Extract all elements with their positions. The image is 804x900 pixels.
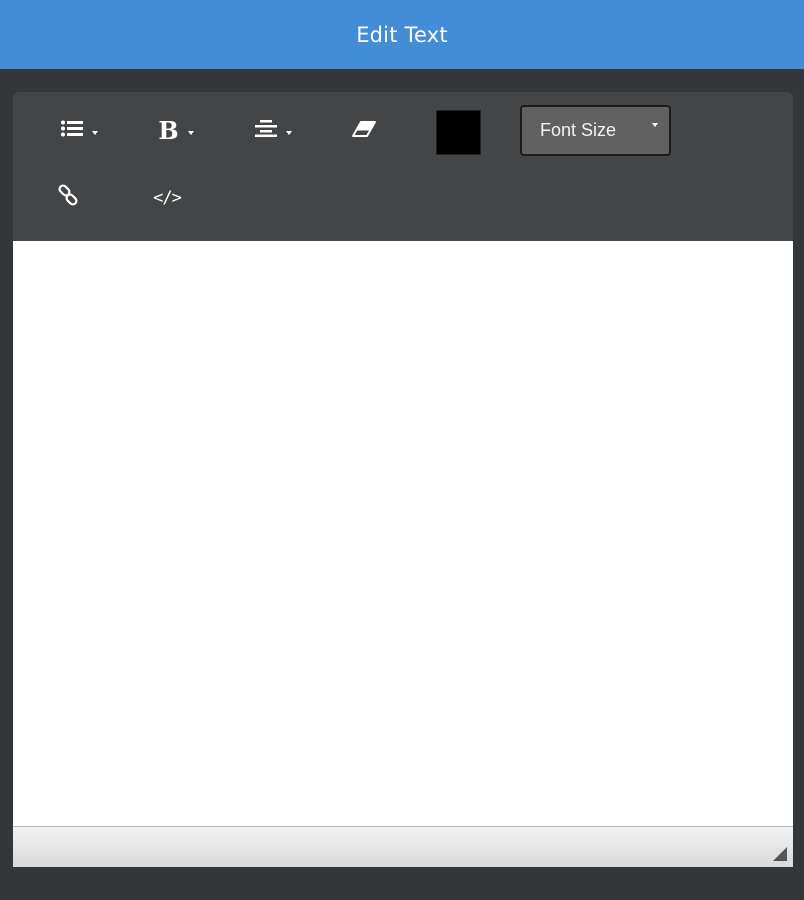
bold-icon: B <box>158 116 179 145</box>
text-color-picker[interactable] <box>436 110 481 155</box>
chevron-down-icon <box>187 131 194 135</box>
font-size-dropdown[interactable]: Font Size <box>520 105 671 156</box>
list-icon <box>60 120 83 142</box>
text-style-button[interactable]: B <box>151 114 201 148</box>
editor-toolbar: B Font Size </> <box>13 92 793 241</box>
code-view-button[interactable]: </> <box>151 183 183 213</box>
chevron-down-icon <box>652 123 658 127</box>
editor-statusbar <box>13 826 793 867</box>
list-style-button[interactable] <box>53 116 105 146</box>
insert-link-button[interactable] <box>53 182 83 212</box>
resize-grip-icon[interactable] <box>773 847 787 861</box>
editor-content-area[interactable] <box>13 241 793 826</box>
chevron-down-icon <box>91 131 98 135</box>
rich-text-editor: B Font Size </> <box>13 92 793 867</box>
font-size-label: Font Size <box>540 120 617 140</box>
eraser-icon <box>352 120 376 142</box>
chevron-down-icon <box>285 131 292 135</box>
align-center-icon <box>254 120 277 142</box>
clear-formatting-button[interactable] <box>348 116 380 146</box>
dialog-header: Edit Text <box>0 0 804 69</box>
dialog-title: Edit Text <box>356 22 448 47</box>
link-icon <box>57 183 79 211</box>
code-view-icon: </> <box>153 188 182 208</box>
paragraph-align-button[interactable] <box>247 116 299 146</box>
